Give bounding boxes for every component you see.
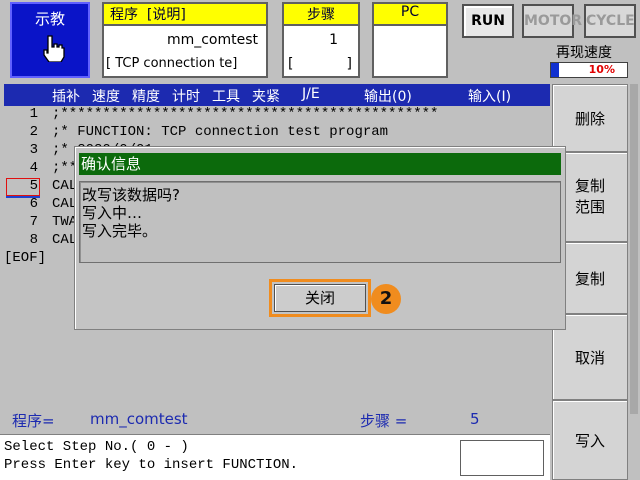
menu-speed[interactable]: 速度 (92, 86, 120, 106)
step-caption: 步骤 (284, 4, 358, 26)
menu-interpolation[interactable]: 插补 (52, 86, 80, 106)
menu-accuracy[interactable]: 精度 (132, 86, 160, 106)
menu-output[interactable]: 输出(0) (364, 86, 412, 106)
instruction-menubar: 插补 速度 精度 计时 工具 夹紧 J/E 输出(0) 输入(I) (4, 84, 550, 106)
playback-speed-fill (551, 63, 559, 77)
step-box[interactable]: 步骤 1 [ ] (282, 2, 360, 78)
program-comment: [ TCP connection te] (106, 56, 238, 71)
menu-input[interactable]: 输入(I) (468, 86, 511, 106)
program-box[interactable]: 程序 [说明] mm_comtest [ TCP connection te] (102, 2, 268, 78)
menu-clamp[interactable]: 夹紧 (252, 86, 280, 106)
status-program-label: 程序= (12, 412, 55, 430)
dialog-line-3: 写入完毕。 (82, 222, 158, 240)
message-line-1: Select Step No.( 0 - ) (4, 439, 189, 455)
step-bracket-right: ] (346, 56, 352, 72)
mode-label: 示教 (34, 10, 65, 28)
status-step-value: 5 (470, 410, 480, 428)
delete-button[interactable]: 删除 (552, 84, 628, 152)
status-step-label: 步骤 = (360, 412, 408, 430)
step-value: 1 (329, 32, 338, 48)
pc-box[interactable]: PC (372, 2, 448, 78)
playback-speed-label: 再现速度 (556, 45, 612, 61)
listing-scrollbar[interactable] (630, 84, 638, 414)
status-row: 程序= mm_comtest 步骤 = 5 (4, 404, 550, 434)
message-line-2: Press Enter key to insert FUNCTION. (4, 457, 299, 473)
playback-speed-bar[interactable]: 10% (550, 62, 628, 78)
header-bar: 示教 程序 [说明] mm_comtest [ TCP connection t… (0, 0, 640, 84)
confirm-dialog: 确认信息 改写该数据吗? 写入中… 写入完毕。 关闭 2 (74, 146, 566, 330)
menu-je[interactable]: J/E (302, 86, 320, 102)
motor-button[interactable]: MOTOR (522, 4, 582, 38)
close-button[interactable]: 关闭 (274, 284, 366, 312)
step-marker-badge: 2 (371, 284, 401, 314)
cycle-button[interactable]: CYCLE (584, 4, 636, 38)
program-name: mm_comtest (166, 32, 258, 48)
dialog-title: 确认信息 (79, 153, 561, 175)
step-bracket-left: [ (288, 56, 294, 72)
selected-line-underline (6, 196, 40, 198)
dialog-message-box: 改写该数据吗? 写入中… 写入完毕。 (79, 181, 561, 263)
write-button[interactable]: 写入 (552, 400, 628, 480)
menu-timer[interactable]: 计时 (172, 86, 200, 106)
teach-mode-button[interactable]: 示教 (10, 2, 90, 78)
selected-line-cursor (6, 178, 40, 196)
step-input-field[interactable] (460, 440, 544, 476)
hand-pointer-icon (43, 35, 65, 62)
status-program-value: mm_comtest (90, 410, 188, 428)
listing-eof: [EOF] (4, 250, 47, 266)
run-button[interactable]: RUN (462, 4, 514, 38)
pc-caption: PC (374, 4, 446, 26)
program-caption: 程序 [说明] (104, 4, 266, 26)
playback-speed-value: 10% (588, 63, 615, 76)
menu-tool[interactable]: 工具 (212, 86, 240, 106)
